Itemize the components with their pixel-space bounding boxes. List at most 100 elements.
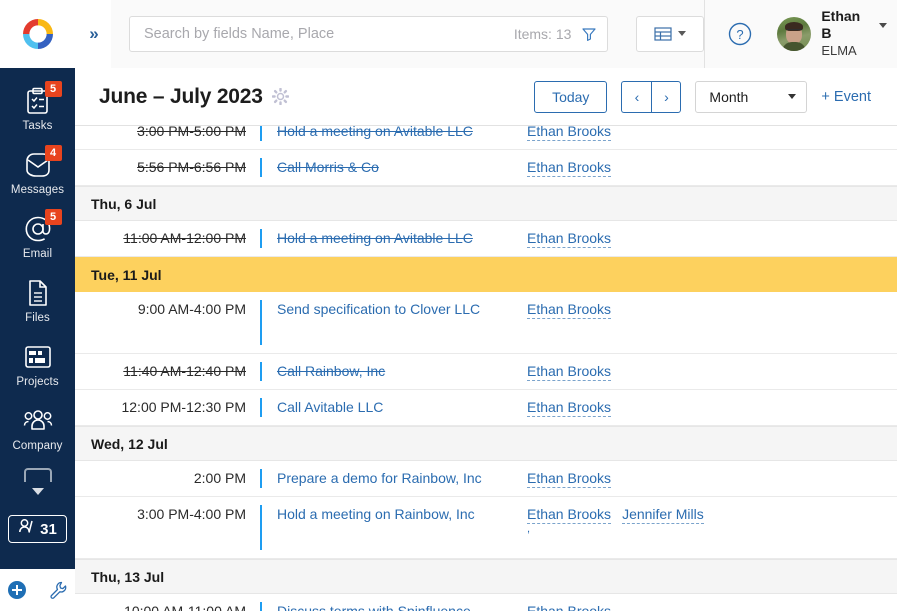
avatar-glasses [786,28,802,33]
attendee-link[interactable]: Ethan Brooks [527,505,612,524]
event-color-bar [260,229,262,248]
event-list[interactable]: 3:00 PM-5:00 PM Hold a meeting on Avitabl… [75,126,897,611]
event-title[interactable]: Call Avitable LLC [277,398,527,416]
attendee-link[interactable]: Ethan Brooks [527,229,612,248]
event-row[interactable]: 12:00 PM-12:30 PM Call Avitable LLC Ethan … [75,390,897,426]
attendee-separator: , [527,523,531,535]
day-label: Tue, 11 Jul [91,266,162,283]
chevron-down-icon [31,488,44,495]
attendee-link[interactable]: Jennifer Mills [622,505,704,524]
event-attendees: Ethan Brooks [527,158,779,177]
app-root: » Items: 13 [0,0,897,611]
today-button[interactable]: Today [534,80,608,113]
event-title[interactable]: Discuss terms with Spinfluence [277,602,527,611]
event-row[interactable]: 10:00 AM-11:00 AM Discuss terms with Spin… [75,594,897,611]
people-group-icon [23,406,53,436]
event-row[interactable]: 2:00 PM Prepare a demo for Rainbow, Inc Et… [75,461,897,497]
sidebar-item-projects[interactable]: Projects [0,336,75,392]
sidebar-item-files[interactable]: Files [0,272,75,328]
avatar[interactable] [777,16,812,51]
event-row[interactable]: 5:56 PM-6:56 PM Call Morris & Co Ethan Bro… [75,150,897,186]
sidebar-item-email[interactable]: 5 Email [0,208,75,264]
next-period-button[interactable]: › [651,80,682,113]
attendee-link[interactable]: Ethan Brooks [527,602,611,611]
chevron-down-icon [879,22,887,28]
event-attendees: Ethan Brooks [527,229,779,248]
event-color-bar [260,158,262,177]
prev-period-button[interactable]: ‹ [621,80,652,113]
sidebar-item-label: Projects [16,376,59,388]
event-title[interactable]: Call Morris & Co [277,158,527,176]
attendee-link[interactable]: Ethan Brooks [527,362,612,381]
event-title[interactable]: Send specification to Clover LLC [277,300,527,318]
online-count-label: 31 [40,520,57,538]
envelope-message-icon: 4 [23,145,62,180]
view-mode-button[interactable] [636,15,705,52]
event-color-bar [260,300,262,345]
attendee-link[interactable]: Ethan Brooks [527,300,612,319]
event-title[interactable]: Hold a meeting on Rainbow, Inc [277,505,527,523]
search-box[interactable]: Items: 13 [129,15,609,52]
date-nav-group: ‹ › [621,80,682,113]
attendee-link[interactable]: Ethan Brooks [527,158,612,177]
question-mark-circle-icon[interactable]: ? [727,21,753,47]
event-color-bar [260,469,262,488]
top-bar-user-area: ? Ethan B ELMA [704,0,897,68]
plus-circle-icon[interactable] [7,581,26,599]
app-logo[interactable] [0,0,75,68]
user-online-icon [18,518,37,540]
event-title[interactable]: Prepare a demo for Rainbow, Inc [277,469,527,487]
attendee-link[interactable]: Ethan Brooks [527,126,612,141]
badge-count: 5 [44,81,62,97]
chevron-down-icon [788,94,797,99]
sidebar-item-messages[interactable]: 4 Messages [0,144,75,200]
funnel-filter-icon[interactable] [581,26,597,42]
project-board-icon [23,342,53,372]
attendee-link[interactable]: Ethan Brooks [527,469,612,488]
event-time: 10:00 AM-11:00 AM [124,603,246,611]
view-period-value: Month [709,88,749,105]
event-row[interactable]: 11:40 AM-12:40 PM Call Rainbow, Inc Ethan … [75,354,897,390]
chevron-left-icon: ‹ [634,88,640,105]
event-title[interactable]: Call Rainbow, Inc [277,362,527,380]
sidebar-item-company[interactable]: Company [0,400,75,456]
event-time: 11:00 AM-12:00 PM [123,230,246,246]
search-input[interactable] [144,17,514,50]
event-row[interactable]: 3:00 PM-5:00 PM Hold a meeting on Avitabl… [75,126,897,150]
user-menu[interactable]: Ethan B ELMA [821,8,887,59]
sidebar-item-label: Tasks [22,120,53,132]
sidebar-item-tasks[interactable]: 5 Tasks [0,80,75,136]
svg-text:?: ? [737,27,744,42]
table-grid-icon [654,26,672,42]
view-period-select[interactable]: Month [695,80,808,113]
main-content: June – July 2023 Today ‹ › Month + Event… [75,68,897,611]
badge-count: 5 [44,209,62,225]
event-attendees: Ethan Brooks [527,362,779,381]
event-time: 9:00 AM-4:00 PM [137,301,246,317]
sidebar-more-button[interactable] [23,468,52,495]
wrench-tool-icon[interactable] [48,580,68,600]
body: 5 Tasks 4 Messages 5 Email Files Project… [0,68,897,611]
event-list-inner: 3:00 PM-5:00 PM Hold a meeting on Avitabl… [75,126,897,611]
clipboard-checklist-icon: 5 [23,81,62,116]
event-row[interactable]: 3:00 PM-4:00 PM Hold a meeting on Rainbow… [75,497,897,559]
user-org-label: ELMA [821,42,857,58]
event-time: 3:00 PM-4:00 PM [137,506,246,522]
event-row[interactable]: 9:00 AM-4:00 PM Send specification to Clo… [75,292,897,354]
online-users-pill[interactable]: 31 [8,515,67,543]
expand-sidebar-button[interactable]: » [75,0,111,68]
event-title[interactable]: Hold a meeting on Avitable LLC [277,229,527,247]
add-event-button[interactable]: + Event [821,89,875,105]
gear-settings-icon[interactable] [271,87,290,106]
day-label: Thu, 6 Jul [91,195,157,212]
event-color-bar [260,126,262,141]
sidebar-footer [0,569,75,611]
event-row[interactable]: 11:00 AM-12:00 PM Hold a meeting on Avita… [75,221,897,257]
sidebar-item-label: Messages [10,184,65,196]
sidebar-item-label: Email [22,248,53,260]
day-header: Thu, 13 Jul [75,559,897,594]
event-title[interactable]: Hold a meeting on Avitable LLC [277,126,527,140]
event-time: 2:00 PM [193,470,246,486]
event-attendees: Ethan Brooks Jennifer Mills, [527,505,779,535]
attendee-link[interactable]: Ethan Brooks [527,398,612,417]
